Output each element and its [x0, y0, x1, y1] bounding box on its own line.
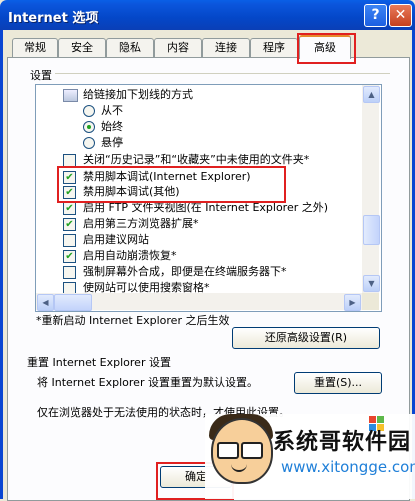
reset-heading: 重置 Internet Explorer 设置 — [27, 356, 171, 369]
tab-advanced-highlight — [297, 33, 356, 64]
list-item-label: 始终 — [101, 120, 123, 133]
watermark-logo: 系统哥软件园 www.xitongge.com — [205, 414, 415, 499]
vertical-scroll-thumb[interactable] — [363, 215, 380, 245]
script-debug-highlight — [57, 166, 286, 203]
watermark-brand: 系统哥软件园 — [273, 430, 412, 455]
radio-button[interactable] — [83, 105, 95, 117]
window-title: Internet 选项 — [8, 11, 99, 26]
radio-button[interactable] — [83, 121, 95, 133]
settings-group-label: 设置 — [30, 69, 52, 82]
window-frame-left — [0, 30, 3, 499]
settings-group-divider — [55, 73, 390, 74]
list-item-label: 从不 — [101, 104, 123, 117]
close-button[interactable]: ✕ — [389, 4, 412, 27]
restart-note: *重新启动 Internet Explorer 之后生效 — [36, 314, 230, 327]
list-item-label: 启用自动崩溃恢复* — [83, 249, 177, 262]
checkbox[interactable] — [63, 266, 76, 279]
scroll-left-icon[interactable]: ◀ — [37, 294, 54, 311]
list-item-label: 给链接加下划线的方式 — [83, 88, 193, 101]
scrollbar-corner — [362, 293, 379, 310]
radio-button[interactable] — [83, 137, 95, 149]
vertical-scrollbar[interactable]: ▲ ▼ — [362, 85, 380, 293]
tab-security[interactable]: 安全 — [58, 38, 106, 57]
tab-connections[interactable]: 连接 — [202, 38, 250, 57]
scroll-right-icon[interactable]: ▶ — [344, 294, 361, 311]
tab-privacy[interactable]: 隐私 — [106, 38, 154, 57]
horizontal-scroll-thumb[interactable] — [54, 294, 92, 311]
scroll-up-icon[interactable]: ▲ — [363, 86, 380, 103]
checkbox[interactable]: ✔ — [63, 218, 76, 231]
settings-folder-icon — [63, 89, 78, 102]
watermark-url: www.xitongge.com — [281, 458, 415, 476]
scroll-down-icon[interactable]: ▼ — [363, 275, 380, 292]
list-item-label: 启用建议网站 — [83, 233, 149, 246]
list-item-label: 强制屏幕外合成，即便是在终端服务器下* — [83, 265, 287, 278]
list-item-label: 悬停 — [101, 136, 123, 149]
reset-button[interactable]: 重置(S)... — [294, 372, 382, 394]
mascot-glasses-right — [241, 442, 263, 459]
tab-general[interactable]: 常规 — [12, 38, 58, 57]
checkbox[interactable]: ✔ — [63, 202, 76, 215]
tab-programs[interactable]: 程序 — [250, 38, 298, 57]
list-item-label: 启用第三方浏览器扩展* — [83, 217, 199, 230]
reset-description: 将 Internet Explorer 设置重置为默认设置。 — [37, 376, 258, 389]
restore-advanced-button[interactable]: 还原高级设置(R) — [232, 327, 380, 349]
mascot-glasses-left — [217, 442, 239, 459]
help-button[interactable]: ? — [364, 4, 387, 27]
checkbox[interactable] — [63, 234, 76, 247]
tab-content[interactable]: 内容 — [154, 38, 202, 57]
checkbox[interactable]: ✔ — [63, 250, 76, 263]
horizontal-scrollbar[interactable]: ◀ ▶ — [36, 293, 362, 311]
